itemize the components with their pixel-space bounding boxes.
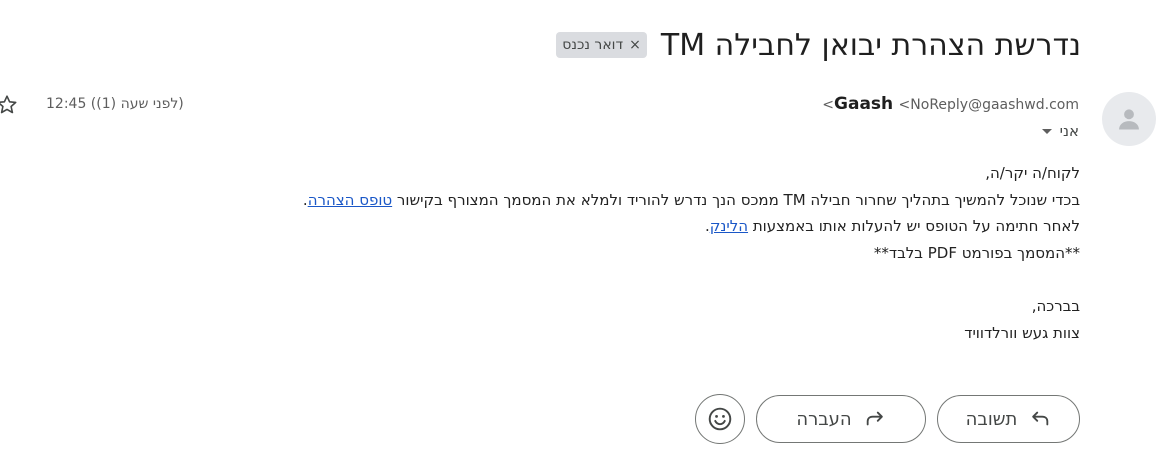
forward-label: העברה [796, 408, 852, 430]
star-icon[interactable] [0, 93, 19, 117]
reply-label: תשובה [965, 408, 1018, 430]
sender-line: Gaash <NoReply@gaashwd.com> [822, 94, 1079, 114]
body-line-1-text: בכדי שנוכל להמשיך בתהליך שחרור חבילה TM … [392, 190, 1080, 209]
recipient-label: אני [1059, 122, 1079, 140]
emoji-reaction-button[interactable] [695, 394, 745, 444]
email-view: נדרשת הצהרת יבואן לחבילה TM דואר נכנס × … [0, 0, 1161, 470]
body-signature: צוות געש וורלדוויד [964, 323, 1080, 342]
recipient-line[interactable]: אני [1041, 122, 1079, 140]
reply-actions: תשובה העברה [695, 394, 1080, 444]
sender-avatar[interactable] [1102, 92, 1156, 146]
declaration-form-link[interactable]: טופס הצהרה [308, 191, 392, 209]
email-subject: נדרשת הצהרת יבואן לחבילה TM [660, 27, 1081, 63]
body-line-2: לאחר חתימה על הטופס יש להעלות אותו באמצע… [120, 213, 1080, 240]
body-line-2-text: לאחר חתימה על הטופס יש להעלות אותו באמצע… [748, 217, 1080, 235]
body-greeting: לקוח/ה יקר/ה, [985, 164, 1080, 182]
label-chip-text: דואר נכנס [562, 37, 624, 53]
smiley-icon [708, 407, 732, 431]
body-line-3: **המסמך בפורמט PDF בלבד** [873, 243, 1080, 262]
sender-name[interactable]: Gaash [834, 94, 893, 114]
recipient-details-chevron-icon[interactable] [1041, 128, 1052, 134]
subject-row: נדרשת הצהרת יבואן לחבילה TM דואר נכנס × [556, 22, 1081, 68]
forward-arrow-icon [866, 411, 883, 426]
body-line-1: בכדי שנוכל להמשיך בתהליך שחרור חבילה TM … [120, 187, 1080, 214]
email-timestamp: 12:45 (לפני שעה (1)) [46, 96, 184, 112]
body-signoff: בברכה, [1031, 297, 1080, 315]
upload-link[interactable]: הלינק [710, 217, 748, 235]
reply-button[interactable]: תשובה [937, 395, 1080, 443]
inbox-label-chip[interactable]: דואר נכנס × [556, 32, 647, 58]
forward-button[interactable]: העברה [756, 395, 926, 443]
person-icon [1119, 109, 1139, 130]
reply-arrow-icon [1032, 411, 1049, 426]
email-body: לקוח/ה יקר/ה, בכדי שנוכל להמשיך בתהליך ש… [120, 160, 1080, 346]
remove-label-icon[interactable]: × [629, 37, 641, 53]
